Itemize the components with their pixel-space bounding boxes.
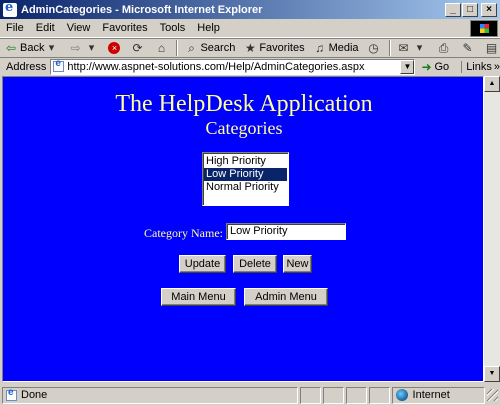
search-icon: ⌕ [188, 41, 195, 55]
main-menu-button[interactable]: Main Menu [161, 288, 236, 306]
mail-button[interactable]: ✉ ▾ [393, 41, 433, 55]
chevron-down-icon: ▾ [48, 42, 55, 54]
maximize-button[interactable]: □ [462, 2, 478, 17]
toolbar-separator [388, 40, 391, 56]
new-button[interactable]: New [283, 255, 312, 273]
page-content: The HelpDesk Application Categories High… [2, 76, 484, 382]
print-button[interactable]: ⎙ [433, 41, 457, 55]
window-controls: _ □ × [444, 2, 497, 17]
media-label: Media [328, 42, 359, 54]
globe-icon [395, 389, 408, 401]
list-item[interactable]: High Priority [204, 155, 287, 168]
back-button[interactable]: ⇦ Back ▾ [0, 41, 64, 55]
status-panel [322, 386, 344, 404]
resize-grip-icon[interactable] [486, 389, 498, 401]
status-bar: Done Internet [0, 385, 500, 405]
window-title-bar[interactable]: AdminCategories - Microsoft Internet Exp… [0, 0, 500, 19]
links-button[interactable]: Links [461, 60, 492, 73]
search-label: Search [200, 42, 236, 54]
menu-help[interactable]: Help [191, 22, 226, 34]
history-button[interactable]: ◷ [363, 41, 387, 55]
edit-button[interactable]: ✎ [457, 41, 481, 55]
minimize-button[interactable]: _ [445, 2, 461, 17]
category-name-label: Category Name: [144, 226, 223, 240]
print-icon: ⎙ [438, 41, 449, 55]
menu-file[interactable]: File [0, 22, 30, 34]
scroll-up-icon[interactable]: ▲ [484, 76, 500, 92]
admin-menu-button[interactable]: Admin Menu [244, 288, 328, 306]
status-text: Done [21, 389, 48, 401]
favorites-label: Favorites [259, 42, 305, 54]
vertical-scrollbar[interactable]: ▲ ▼ [484, 76, 500, 382]
toolbar-separator [176, 40, 179, 56]
windows-logo-icon [470, 20, 498, 37]
address-label: Address [6, 60, 47, 73]
menu-edit[interactable]: Edit [30, 22, 61, 34]
go-label: Go [434, 60, 450, 73]
address-bar: Address http://www.aspnet-solutions.com/… [0, 58, 500, 75]
address-url[interactable]: http://www.aspnet-solutions.com/Help/Adm… [67, 61, 400, 73]
menu-tools[interactable]: Tools [154, 22, 192, 34]
page-title: The HelpDesk Application [115, 91, 373, 117]
links-chevron-icon[interactable]: » [494, 61, 500, 73]
toolbar: ⇦ Back ▾ ⇨ ▾ × ⟳ ⌂ ⌕ Search ★ Favorites … [0, 38, 500, 58]
update-button[interactable]: Update [179, 255, 226, 273]
page-subtitle: Categories [205, 118, 283, 138]
mail-icon: ✉ [398, 41, 409, 55]
home-icon: ⌂ [157, 41, 166, 55]
stop-button[interactable]: × [104, 42, 126, 54]
status-panel [368, 386, 390, 404]
address-input[interactable]: http://www.aspnet-solutions.com/Help/Adm… [50, 58, 416, 75]
chevron-down-icon: ▾ [88, 42, 95, 54]
search-button[interactable]: ⌕ Search [180, 41, 239, 55]
forward-arrow-icon: ⇨ [70, 41, 81, 55]
menu-view[interactable]: View [61, 22, 97, 34]
security-zone: Internet [391, 386, 485, 404]
list-item[interactable]: Normal Priority [204, 181, 287, 194]
favorites-button[interactable]: ★ Favorites [239, 41, 308, 55]
ie-logo-icon [3, 0, 17, 17]
back-label: Back [20, 42, 45, 54]
favorites-icon: ★ [244, 41, 256, 55]
window-title: AdminCategories - Microsoft Internet Exp… [21, 3, 263, 16]
status-panel [299, 386, 321, 404]
history-icon: ◷ [368, 41, 379, 55]
forward-button[interactable]: ⇨ ▾ [64, 41, 104, 55]
refresh-icon: ⟳ [132, 41, 143, 55]
scroll-down-icon[interactable]: ▼ [484, 366, 500, 382]
discuss-button[interactable]: ▤ [481, 41, 500, 55]
media-button[interactable]: ♫ Media [309, 41, 363, 55]
close-button[interactable]: × [481, 2, 497, 17]
edit-icon: ✎ [462, 41, 473, 55]
list-item-selected[interactable]: Low Priority [204, 168, 287, 181]
status-panel [345, 386, 367, 404]
go-button[interactable]: ➜ Go [421, 60, 449, 74]
menu-favorites[interactable]: Favorites [96, 22, 153, 34]
category-name-field[interactable]: Low Priority [226, 223, 346, 240]
chevron-down-icon: ▾ [416, 42, 423, 54]
menu-bar: File Edit View Favorites Tools Help [0, 19, 500, 38]
address-dropdown-icon[interactable]: ▼ [400, 59, 415, 74]
page-done-icon [6, 387, 17, 401]
zone-text: Internet [412, 389, 450, 401]
go-arrow-icon: ➜ [421, 59, 432, 74]
refresh-button[interactable]: ⟳ [126, 41, 150, 55]
page-icon [53, 58, 65, 72]
back-arrow-icon: ⇦ [5, 41, 17, 55]
home-button[interactable]: ⌂ [150, 41, 174, 55]
stop-icon: × [108, 42, 121, 54]
delete-button[interactable]: Delete [233, 255, 277, 273]
category-listbox[interactable]: High Priority Low Priority Normal Priori… [202, 152, 289, 206]
media-icon: ♫ [315, 41, 325, 55]
discuss-icon: ▤ [485, 41, 498, 55]
status-main: Done [2, 386, 298, 404]
